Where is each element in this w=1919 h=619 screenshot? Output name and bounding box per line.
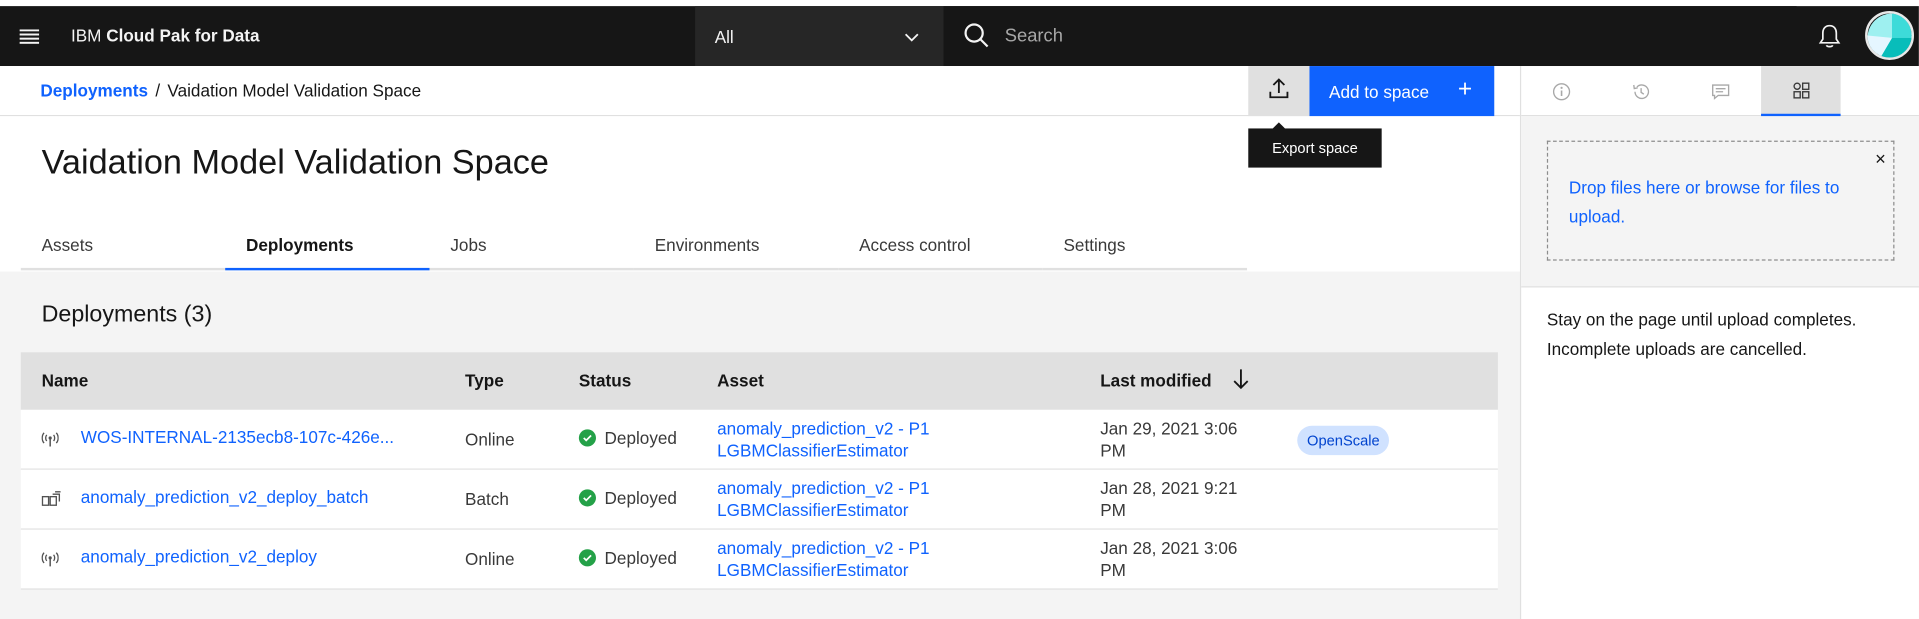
add-to-space-label: Add to space — [1329, 81, 1430, 101]
asset-link[interactable]: anomaly_prediction_v2 - P1 LGBMClassifie… — [717, 477, 929, 521]
add-to-space-button[interactable]: Add to space + — [1309, 66, 1495, 117]
column-header-name[interactable]: Name — [42, 371, 89, 391]
last-modified: Jan 28, 2021 3:06 PM — [1100, 537, 1237, 581]
section-title: Deployments (3) — [41, 302, 213, 328]
deployment-name-link[interactable]: anomaly_prediction_v2_deploy — [81, 547, 317, 567]
last-modified: Jan 29, 2021 3:06 PM — [1100, 417, 1237, 461]
comment-icon[interactable] — [1680, 66, 1760, 116]
column-header-type[interactable]: Type — [465, 371, 504, 391]
online-deployment-icon — [41, 550, 59, 571]
deployment-status: Deployed — [578, 428, 677, 448]
checkmark-icon — [578, 549, 596, 567]
deployments-table: Name Type Status Asset Last modified WOS… — [20, 352, 1498, 590]
asset-line1: anomaly_prediction_v2 - P1 — [717, 418, 930, 438]
menu-icon[interactable] — [0, 6, 59, 66]
side-panel: × Drop files here or browse for files to… — [1519, 66, 1919, 619]
table-row: WOS-INTERNAL-2135ecb8-107c-426e... Onlin… — [20, 409, 1498, 470]
tab-settings[interactable]: Settings — [1042, 224, 1248, 271]
last-modified: Jan 28, 2021 9:21 PM — [1100, 477, 1237, 521]
asset-line2: LGBMClassifierEstimator — [717, 440, 909, 460]
breadcrumb-separator: / — [155, 80, 161, 101]
tab-deployments[interactable]: Deployments — [225, 224, 430, 271]
asset-link[interactable]: anomaly_prediction_v2 - P1 LGBMClassifie… — [717, 537, 929, 581]
search-icon — [963, 22, 990, 55]
scope-dropdown[interactable]: All — [695, 6, 944, 67]
asset-line2: LGBMClassifierEstimator — [717, 560, 909, 580]
asset-link[interactable]: anomaly_prediction_v2 - P1 LGBMClassifie… — [717, 417, 929, 461]
checkmark-icon — [578, 429, 596, 447]
app-brand[interactable]: IBM Cloud Pak for Data — [71, 6, 260, 66]
brand-name: Cloud Pak for Data — [106, 25, 260, 46]
side-panel-tabs — [1521, 66, 1919, 117]
main-content: Deployments / Vaidation Model Validation S… — [0, 66, 1520, 619]
tab-jobs[interactable]: Jobs — [429, 224, 634, 271]
asset-line1: anomaly_prediction_v2 - P1 — [717, 538, 930, 558]
asset-line2: LGBMClassifierEstimator — [717, 500, 909, 520]
export-space-button[interactable] — [1248, 66, 1310, 117]
tab-environments[interactable]: Environments — [633, 224, 839, 271]
column-header-asset[interactable]: Asset — [717, 371, 764, 391]
modified-line2: PM — [1100, 440, 1126, 460]
status-label: Deployed — [604, 488, 677, 508]
page-title: Vaidation Model Validation Space — [41, 143, 549, 182]
online-deployment-icon — [41, 431, 59, 452]
deployment-type: Batch — [465, 489, 509, 509]
openscale-tag[interactable]: OpenScale — [1297, 425, 1390, 456]
table-row: anomaly_prediction_v2_deploy Online Depl… — [20, 529, 1498, 590]
history-icon[interactable] — [1601, 66, 1681, 116]
table-row: anomaly_prediction_v2_deploy_batch Batch… — [20, 469, 1498, 530]
arrow-down-icon[interactable] — [1232, 368, 1249, 394]
chevron-down-icon — [904, 27, 919, 47]
modified-line1: Jan 28, 2021 9:21 — [1100, 478, 1238, 498]
breadcrumb-link-deployments[interactable]: Deployments — [40, 81, 148, 101]
tab-list: Assets Deployments Jobs Environments Acc… — [20, 224, 1248, 271]
status-label: Deployed — [604, 428, 677, 448]
breadcrumb: Deployments / Vaidation Model Validation S… — [40, 81, 421, 101]
brand-prefix: IBM — [70, 25, 102, 46]
plus-icon: + — [1457, 75, 1473, 103]
scope-value: All — [714, 26, 734, 46]
asset-line1: anomaly_prediction_v2 - P1 — [717, 478, 930, 498]
deployment-status: Deployed — [578, 548, 677, 568]
info-icon[interactable] — [1521, 66, 1601, 116]
modified-line1: Jan 28, 2021 3:06 — [1100, 538, 1238, 558]
dropzone-text[interactable]: Drop files here or browse for files to u… — [1569, 177, 1839, 226]
tab-assets[interactable]: Assets — [20, 224, 226, 271]
modified-line2: PM — [1100, 560, 1126, 580]
table-header: Name Type Status Asset Last modified — [20, 352, 1498, 410]
upload-icon — [1269, 77, 1289, 105]
deployment-type: Online — [465, 429, 515, 449]
deployment-name-link[interactable]: WOS-INTERNAL-2135ecb8-107c-426e... — [81, 427, 394, 447]
checkmark-icon — [578, 489, 596, 507]
batch-deployment-icon — [41, 491, 62, 512]
breadcrumb-current: Vaidation Model Validation Space — [167, 80, 422, 101]
upload-note: Stay on the page until upload completes.… — [1546, 309, 1857, 359]
column-header-last-modified[interactable]: Last modified — [1100, 371, 1211, 391]
modified-line2: PM — [1100, 500, 1126, 520]
search-bar — [943, 6, 1797, 67]
app-header: IBM Cloud Pak for Data All — [0, 6, 1919, 67]
data-assets-icon[interactable] — [1761, 66, 1841, 117]
deployment-status: Deployed — [578, 488, 677, 508]
status-label: Deployed — [604, 548, 677, 568]
close-icon[interactable]: × — [1875, 146, 1886, 175]
notification-icon[interactable] — [1799, 6, 1860, 66]
breadcrumb-bar: Deployments / Vaidation Model Validation S… — [0, 66, 1520, 117]
modified-line1: Jan 29, 2021 3:06 — [1100, 418, 1238, 438]
search-input[interactable] — [1004, 6, 1740, 67]
tab-access-control[interactable]: Access control — [838, 224, 1043, 271]
export-tooltip: Export space — [1248, 122, 1382, 168]
deployment-type: Online — [465, 549, 515, 569]
column-header-status[interactable]: Status — [579, 371, 631, 391]
deployment-name-link[interactable]: anomaly_prediction_v2_deploy_batch — [81, 487, 369, 507]
avatar[interactable] — [1865, 11, 1915, 60]
upload-area: × Drop files here or browse for files to… — [1521, 116, 1919, 288]
file-dropzone[interactable]: × Drop files here or browse for files to… — [1546, 140, 1895, 261]
